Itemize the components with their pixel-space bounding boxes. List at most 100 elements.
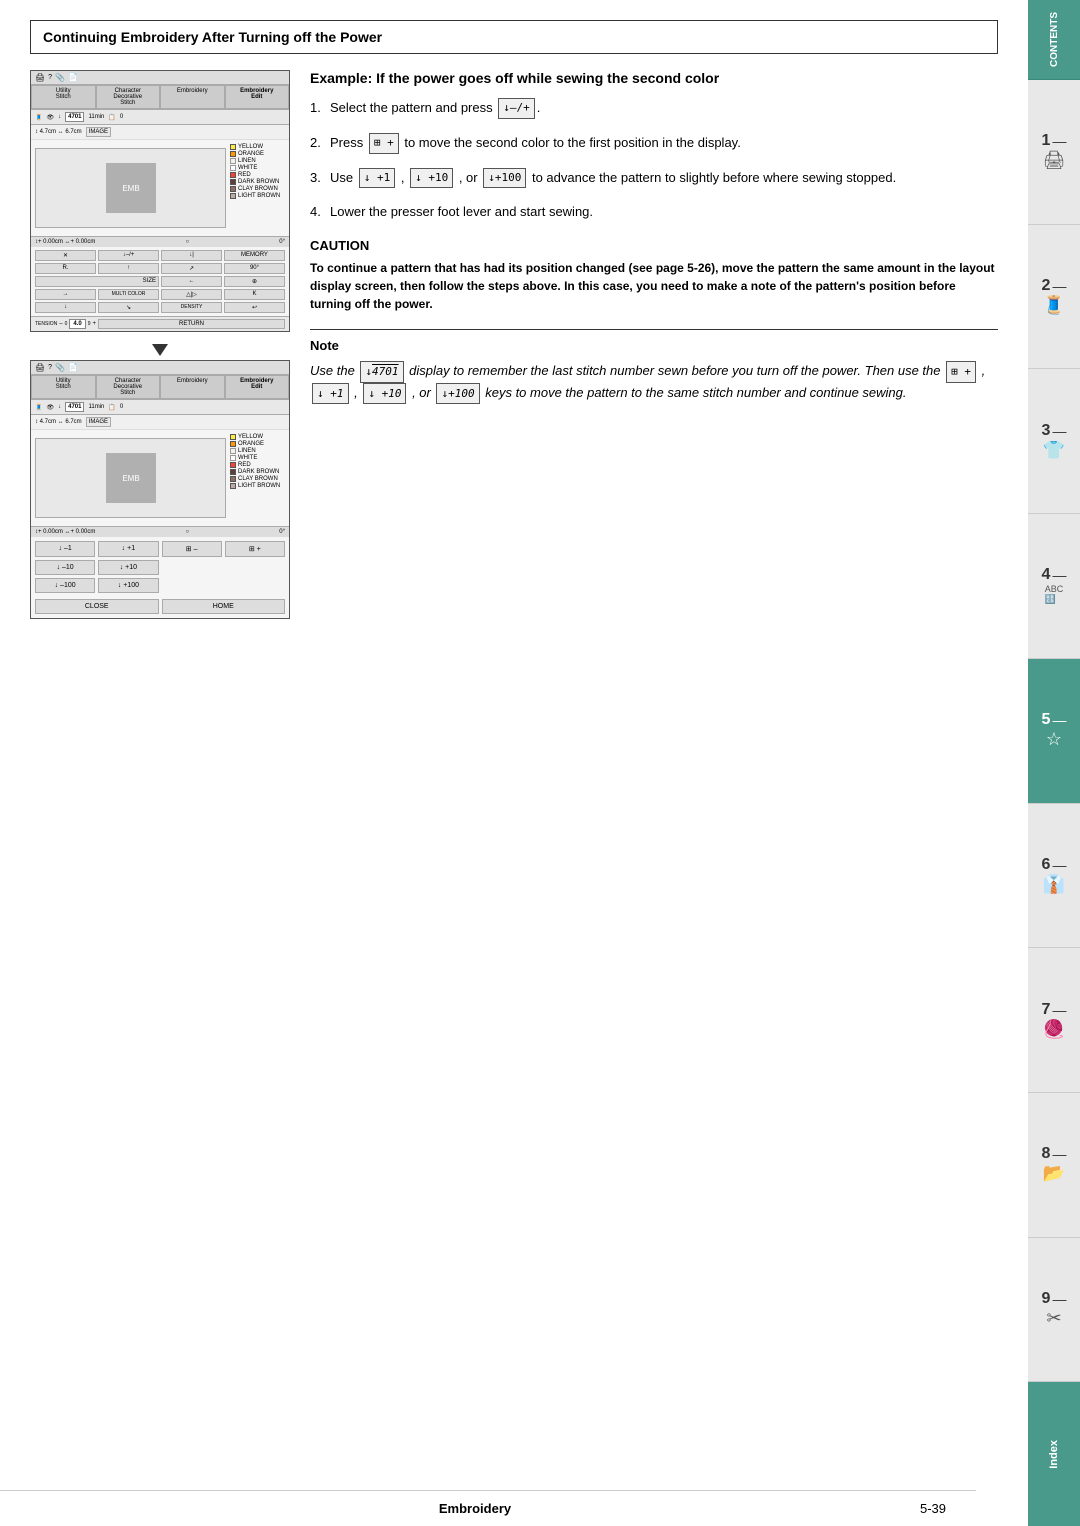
screen-body-top: EMB YELLOW ORANGE LINEN WHITE RED DARK B…: [31, 140, 289, 236]
btn-down[interactable]: ↓: [35, 302, 96, 313]
footer-right: 5-39: [920, 1501, 946, 1516]
btn-memory[interactable]: MEMORY: [224, 250, 285, 261]
step-2-content: Press ⊞ + to move the second color to th…: [330, 133, 998, 154]
screen-tab2-character[interactable]: CharacterDecorativeStitch: [96, 375, 161, 399]
screen-tab-embroidery[interactable]: Embroidery: [160, 85, 225, 109]
btn-size[interactable]: SIZE: [35, 276, 159, 287]
screen-header-bottom: 🖨 ? 📎 📄: [31, 361, 289, 375]
tab-4[interactable]: 4 — ABC🔠: [1028, 514, 1080, 659]
btn-up[interactable]: ↑: [98, 263, 159, 274]
footer-center: Embroidery: [439, 1501, 511, 1516]
example-heading: Example: If the power goes off while sew…: [310, 70, 998, 86]
step-3-num: 3.: [310, 168, 326, 188]
tab-7-num: 7: [1042, 1001, 1051, 1019]
btn-stitch-1[interactable]: ↓|: [161, 250, 222, 261]
color-list-bottom: YELLOW ORANGE LINEN WHITE RED DARK BROWN…: [230, 434, 285, 489]
tab-9[interactable]: 9 — ✂: [1028, 1238, 1080, 1383]
tension-row: TENSION – 0 4.0 9 + RETURN: [31, 316, 289, 331]
tab-8-num: 8: [1042, 1145, 1051, 1163]
btn-close[interactable]: CLOSE: [35, 599, 159, 614]
btn-home[interactable]: HOME: [162, 599, 286, 614]
step-1-content: Select the pattern and press ↓–/+.: [330, 98, 998, 119]
two-column-layout: 🖨 ? 📎 📄 UtilityStitch CharacterDecorativ…: [30, 70, 998, 631]
btn-downright[interactable]: ↘: [98, 302, 159, 313]
btn-mirror[interactable]: △|▷: [161, 289, 222, 300]
color-red: [230, 172, 236, 178]
btn-cross[interactable]: ✕: [35, 250, 96, 261]
tab-9-icon: ✂: [1046, 1308, 1061, 1329]
tab-3-num: 3: [1042, 422, 1051, 440]
tab-1-icon: 🖨: [1043, 150, 1066, 171]
tab-3[interactable]: 3 — 👕: [1028, 369, 1080, 514]
screen-tab-edit[interactable]: EmbroideryEdit: [225, 85, 290, 109]
btn-stitch-plus10[interactable]: ↓ +10: [98, 560, 158, 575]
step-1-num: 1.: [310, 98, 326, 118]
btn-stitch-minus10[interactable]: ↓ –10: [35, 560, 95, 575]
btn-stitch-plus1[interactable]: ↓ +1: [98, 541, 158, 557]
color-darkbrown: [230, 179, 236, 185]
caution-text: To continue a pattern that has had its p…: [310, 259, 998, 313]
index-label: Index: [1048, 1440, 1060, 1469]
tab-2[interactable]: 2 — 🧵: [1028, 225, 1080, 370]
btn-inline-box-plus: ⊞ +: [369, 133, 399, 154]
btn-stitch-minus100[interactable]: ↓ –100: [35, 578, 95, 593]
tab-8[interactable]: 8 — 📂: [1028, 1093, 1080, 1238]
tab-9-num: 9: [1042, 1290, 1051, 1308]
btn-box-plus[interactable]: ⊞ +: [225, 541, 285, 557]
btn-stitch-plus100[interactable]: ↓ +100: [98, 578, 158, 593]
tab-1-num: 1: [1042, 132, 1051, 150]
step-4: 4. Lower the presser foot lever and star…: [310, 202, 998, 222]
screen-tab2-embroidery[interactable]: Embroidery: [160, 375, 225, 399]
svg-text:EMB: EMB: [122, 184, 139, 193]
color-claybrown-b: [230, 476, 236, 482]
svg-text:EMB: EMB: [122, 474, 139, 483]
screen-tab2-utility[interactable]: UtilityStitch: [31, 375, 96, 399]
screen-tab-character[interactable]: CharacterDecorativeStitch: [96, 85, 161, 109]
color-list: YELLOW ORANGE LINEN WHITE RED DARK BROWN…: [230, 144, 285, 199]
tab-contents[interactable]: CONTENTS: [1028, 0, 1080, 80]
note-title: Note: [310, 338, 998, 353]
color-white: [230, 165, 236, 171]
btn-k[interactable]: K: [224, 289, 285, 300]
btn-r[interactable]: R.: [35, 263, 96, 274]
btn-undo[interactable]: ↩: [224, 302, 285, 313]
btn-center[interactable]: ⊕: [224, 276, 285, 287]
tab-6-icon: 👔: [1043, 874, 1065, 895]
bottom-nav-buttons: ↓ –1 ↓ +1 ⊞ – ⊞ + ↓ –10 ↓ +10 ↓ –100: [31, 537, 289, 618]
tab-4-num: 4: [1042, 566, 1051, 584]
image-label: IMAGE: [86, 127, 111, 137]
tab-index[interactable]: Index: [1028, 1382, 1080, 1526]
color-red-b: [230, 462, 236, 468]
note-btn-plus100: ↓+100: [436, 383, 479, 405]
embroidery-display-area: EMB: [35, 148, 226, 228]
btn-upright[interactable]: ↗: [161, 263, 222, 274]
tab-7[interactable]: 7 — 🧶: [1028, 948, 1080, 1093]
note-text: Use the ↓ 4701 display to remember the l…: [310, 361, 998, 404]
main-content: Continuing Embroidery After Turning off …: [0, 0, 1028, 1526]
arrow-down: [152, 344, 168, 356]
color-lightbrown: [230, 193, 236, 199]
btn-stitch-minus1[interactable]: ↓ –1: [35, 541, 95, 557]
stitch-number-top: 4701: [65, 112, 84, 122]
btn-rotate[interactable]: 90°: [224, 263, 285, 274]
tab-3-icon: 👕: [1043, 440, 1065, 461]
btn-density[interactable]: DENSITY: [161, 302, 222, 313]
color-orange-b: [230, 441, 236, 447]
screen-tab2-edit[interactable]: EmbroideryEdit: [225, 375, 290, 399]
note-section: Note Use the ↓ 4701 display to remember …: [310, 329, 998, 404]
tab-6[interactable]: 6 — 👔: [1028, 804, 1080, 949]
steps-list: 1. Select the pattern and press ↓–/+. 2.…: [310, 98, 998, 222]
embroidery-display-area-bottom: EMB: [35, 438, 226, 518]
btn-multicolor[interactable]: MULTI COLOR: [98, 289, 159, 300]
btn-box-minus[interactable]: ⊞ –: [162, 541, 222, 557]
btn-right[interactable]: →: [35, 289, 96, 300]
btn-left[interactable]: ←: [161, 276, 222, 287]
btn-return[interactable]: RETURN: [98, 319, 285, 329]
btn-stitch-minus-plus[interactable]: ↓–/+: [98, 250, 159, 261]
screen-tab-utility[interactable]: UtilityStitch: [31, 85, 96, 109]
note-btn-boxplus: ⊞ +: [946, 361, 976, 383]
tab-6-num: 6: [1042, 856, 1051, 874]
tab-5[interactable]: 5 — ☆: [1028, 659, 1080, 804]
btn-inline-plus1: ↓ +1: [359, 168, 396, 189]
tab-1[interactable]: 1 — 🖨: [1028, 80, 1080, 225]
